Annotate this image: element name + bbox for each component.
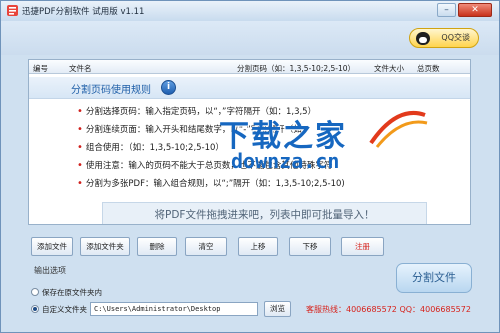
info-icon[interactable]: i — [161, 80, 176, 95]
watermark-domain: downza.cn — [231, 149, 340, 173]
watermark-swoosh-icon — [369, 110, 428, 148]
save-original-label[interactable]: 保存在原文件夹内 — [42, 287, 102, 298]
add-folder-button[interactable]: 添加文件夹 — [80, 237, 130, 256]
rule-item: • 组合使用：（如：1,3,5-10;2,5-10） — [77, 142, 224, 153]
bullet-dot-icon: • — [77, 106, 83, 117]
bullet-dot-icon: • — [77, 160, 83, 171]
browse-button[interactable]: 浏览 — [264, 301, 291, 317]
qq-chat-button[interactable]: QQ交谈 — [409, 28, 479, 48]
move-down-button[interactable]: 下移 — [289, 237, 331, 256]
rules-title: 分割页码使用规则 — [71, 85, 151, 96]
column-file-size[interactable]: 文件大小 — [374, 63, 404, 74]
split-file-button[interactable]: 分割文件 — [396, 263, 472, 293]
minimize-button[interactable]: – — [437, 3, 456, 17]
clear-button[interactable]: 清空 — [185, 237, 227, 256]
column-index[interactable]: 编号 — [33, 63, 48, 74]
column-split-pages[interactable]: 分割页码（如：1,3,5-10;2,5-10） — [237, 63, 355, 74]
file-list-header: 编号 文件名 分割页码（如：1,3,5-10;2,5-10） 文件大小 总页数 — [29, 60, 470, 74]
bullet-dot-icon: • — [77, 142, 83, 153]
custom-folder-label[interactable]: 自定义文件夹 — [42, 304, 87, 315]
bullet-dot-icon: • — [77, 178, 83, 189]
window-title: 迅捷PDF分割软件 试用版 v1.11 — [22, 7, 145, 17]
title-bar: 迅捷PDF分割软件 试用版 v1.11 – ✕ — [1, 1, 499, 21]
bullet-dot-icon: • — [77, 124, 83, 135]
qq-penguin-icon — [416, 32, 430, 45]
app-window: 迅捷PDF分割软件 试用版 v1.11 – ✕ QQ交谈 编号 文件名 分割页码… — [0, 0, 500, 333]
register-button[interactable]: 注册 — [341, 237, 384, 256]
hotline-text: 客服热线：4006685572 QQ：4006685572 — [306, 305, 471, 314]
drop-hint: 将PDF文件拖拽进来吧，列表中即可批量导入！ — [102, 202, 427, 224]
output-options-label: 输出选项 — [34, 266, 66, 275]
rules-header: 分割页码使用规则 i — [29, 77, 470, 99]
top-band: QQ交谈 — [1, 21, 499, 55]
app-logo-icon — [7, 5, 18, 16]
output-path-field[interactable] — [90, 302, 258, 316]
watermark: 下载之家 downza.cn — [219, 110, 428, 201]
action-toolbar: 添加文件 添加文件夹 删除 清空 上移 下移 注册 — [31, 237, 451, 256]
column-filename[interactable]: 文件名 — [69, 63, 92, 74]
save-original-radio[interactable] — [31, 288, 39, 296]
qq-chat-label: QQ交谈 — [441, 33, 470, 42]
move-up-button[interactable]: 上移 — [238, 237, 278, 256]
column-page-count[interactable]: 总页数 — [417, 63, 440, 74]
close-button[interactable]: ✕ — [458, 3, 492, 17]
custom-folder-radio[interactable] — [31, 305, 39, 313]
add-file-button[interactable]: 添加文件 — [31, 237, 73, 256]
delete-button[interactable]: 删除 — [137, 237, 177, 256]
